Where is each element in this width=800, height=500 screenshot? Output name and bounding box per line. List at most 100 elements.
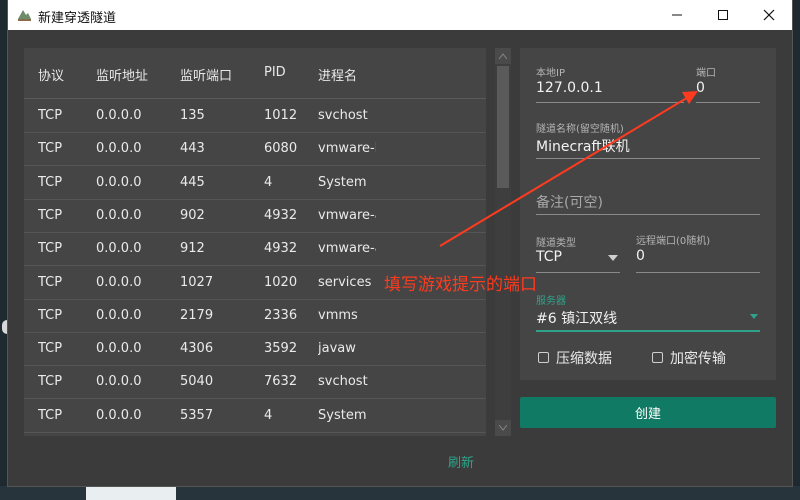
row-pid-cell: 4 — [264, 174, 273, 190]
local-ip-label: 本地IP — [536, 68, 565, 79]
row-listen-port-cell: 1027 — [180, 274, 214, 290]
close-icon — [763, 9, 775, 21]
row-pid-cell: 1020 — [264, 274, 298, 290]
row-pid-cell: 4 — [264, 407, 273, 423]
note-input[interactable]: 备注(可空) — [536, 192, 603, 212]
tunnel-name-underline — [536, 158, 760, 159]
new-tunnel-window: 新建穿透隧道 协议 监听地址 监听端口 PID 进程名 TCP 0.0.0.0 13… — [8, 0, 792, 486]
row-listen-address-cell: 0.0.0.0 — [96, 407, 142, 423]
tunnel-type-select[interactable]: TCP — [536, 249, 562, 265]
row-listen-port-cell: 912 — [180, 241, 205, 257]
row-listen-address-cell: 0.0.0.0 — [96, 341, 142, 357]
table-row[interactable]: TCP 0.0.0.0 912 4932 vmware-a — [24, 232, 486, 267]
maximize-icon — [718, 10, 728, 20]
row-listen-address-cell: 0.0.0.0 — [96, 374, 142, 390]
close-button[interactable] — [746, 0, 792, 30]
row-listen-port-cell: 135 — [180, 108, 205, 123]
row-protocol-cell: TCP — [38, 341, 63, 357]
row-process-name-cell: vmms — [318, 307, 358, 323]
encrypt-checkbox[interactable] — [652, 352, 663, 363]
scrollbar-thumb[interactable] — [497, 66, 509, 188]
window-title: 新建穿透隧道 — [38, 11, 117, 26]
row-listen-port-cell: 5040 — [180, 374, 214, 390]
local-ip-input[interactable]: 127.0.0.1 — [536, 80, 603, 96]
port-input[interactable]: 0 — [696, 80, 705, 96]
row-pid-cell: 2336 — [264, 307, 298, 323]
row-listen-address-cell: 0.0.0.0 — [96, 241, 142, 257]
compress-checkbox[interactable] — [538, 352, 549, 363]
row-listen-address-cell: 0.0.0.0 — [96, 274, 142, 290]
refresh-link[interactable]: 刷新 — [448, 452, 474, 471]
row-listen-address-cell: 0.0.0.0 — [96, 207, 142, 223]
row-process-name-cell: services — [318, 274, 372, 290]
remote-port-label: 远程端口(0随机) — [636, 236, 711, 247]
title-bar[interactable]: 新建穿透隧道 — [8, 0, 792, 30]
minimize-button[interactable] — [654, 0, 700, 30]
row-protocol-cell: TCP — [38, 207, 63, 223]
table-row[interactable]: TCP 0.0.0.0 2179 2336 vmms — [24, 299, 486, 333]
row-protocol-cell: TCP — [38, 374, 63, 390]
row-process-name-cell: System — [318, 407, 367, 423]
port-underline — [696, 102, 760, 103]
encrypt-label[interactable]: 加密传输 — [670, 348, 726, 368]
row-protocol-cell: TCP — [38, 241, 63, 257]
dropdown-arrow-icon[interactable] — [608, 255, 618, 261]
row-process-name-cell: vmware-h — [318, 141, 376, 157]
create-button[interactable]: 创建 — [520, 397, 776, 428]
tunnel-type-label: 隧道类型 — [536, 238, 576, 249]
row-protocol-cell: TCP — [38, 274, 63, 290]
minimize-icon — [672, 14, 682, 16]
port-label: 端口 — [696, 68, 716, 79]
column-header-listen-port: 监听端口 — [180, 69, 233, 84]
row-listen-port-cell: 445 — [180, 174, 205, 190]
server-underline — [536, 330, 760, 332]
local-ip-underline — [536, 102, 684, 103]
column-header-process-name: 进程名 — [318, 69, 358, 84]
row-process-name-cell: svchost — [318, 374, 368, 390]
row-listen-port-cell: 4306 — [180, 341, 214, 357]
row-protocol-cell: TCP — [38, 141, 63, 157]
row-listen-address-cell: 0.0.0.0 — [96, 174, 142, 190]
row-protocol-cell: TCP — [38, 174, 63, 190]
row-protocol-cell: TCP — [38, 307, 63, 323]
scroll-down-button[interactable] — [495, 420, 511, 436]
table-row[interactable]: TCP 0.0.0.0 135 1012 svchost — [24, 99, 486, 133]
column-header-protocol: 协议 — [38, 69, 65, 84]
row-process-name-cell: System — [318, 174, 367, 190]
table-scrollbar[interactable] — [495, 48, 511, 436]
table-row[interactable]: TCP 0.0.0.0 5040 7632 svchost — [24, 365, 486, 400]
column-header-listen-address: 监听地址 — [96, 69, 149, 84]
table-row[interactable]: TCP 0.0.0.0 445 4 System — [24, 166, 486, 200]
row-listen-port-cell: 5357 — [180, 407, 214, 423]
row-pid-cell: 6080 — [264, 141, 298, 157]
server-select[interactable]: #6 镇江双线 — [536, 308, 617, 328]
app-icon — [18, 10, 31, 21]
table-row[interactable]: TCP 0.0.0.0 443 6080 vmware-h — [24, 132, 486, 167]
row-process-name-cell: vmware-a — [318, 241, 376, 257]
row-listen-port-cell: 902 — [180, 207, 205, 223]
row-protocol-cell: TCP — [38, 108, 63, 123]
window-content: 协议 监听地址 监听端口 PID 进程名 TCP 0.0.0.0 135 1012 sv… — [8, 30, 792, 486]
maximize-button[interactable] — [700, 0, 746, 30]
row-protocol-cell: TCP — [38, 407, 63, 423]
row-pid-cell: 3592 — [264, 341, 298, 357]
table-row[interactable]: TCP 0.0.0.0 1027 1020 services — [24, 266, 486, 300]
row-process-name-cell: javaw — [318, 341, 356, 357]
row-listen-address-cell: 0.0.0.0 — [96, 141, 142, 157]
compress-label[interactable]: 压缩数据 — [556, 348, 612, 368]
scroll-down-icon — [499, 425, 507, 431]
server-label: 服务器 — [536, 296, 566, 307]
tunnel-type-underline — [536, 272, 620, 273]
table-row[interactable]: TCP 0.0.0.0 902 4932 vmware-a — [24, 199, 486, 233]
dropdown-arrow-icon[interactable] — [750, 314, 758, 319]
table-row[interactable]: TCP 0.0.0.0 5357 4 System — [24, 399, 486, 433]
row-process-name-cell: vmware-a — [318, 207, 376, 223]
row-listen-port-cell: 443 — [180, 141, 205, 157]
table-row[interactable]: TCP 0.0.0.0 4306 3592 javaw — [24, 332, 486, 367]
scroll-up-button[interactable] — [495, 48, 511, 64]
remote-port-input[interactable]: 0 — [636, 248, 645, 264]
tunnel-name-input[interactable]: Minecraft联机 — [536, 136, 630, 156]
scroll-up-icon — [499, 53, 507, 59]
row-pid-cell: 4932 — [264, 207, 298, 223]
note-underline — [536, 214, 760, 215]
